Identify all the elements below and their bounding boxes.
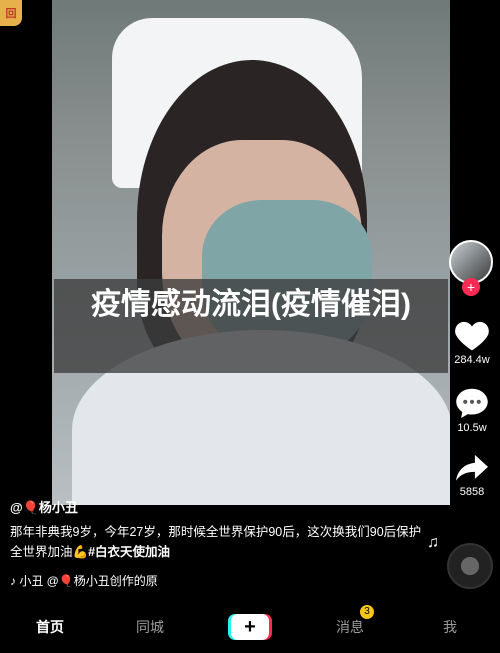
- corner-badge-icon: 回: [0, 0, 22, 26]
- bottom-nav: 首页 同城 + 消息 3 我: [0, 600, 500, 653]
- music-note-icon: ♫: [427, 534, 439, 551]
- video-frame[interactable]: [52, 0, 450, 505]
- comment-button[interactable]: 10.5w: [447, 386, 497, 434]
- music-disc-icon[interactable]: [447, 543, 493, 589]
- nav-messages[interactable]: 消息 3: [300, 604, 400, 637]
- post-description: 那年非典我9岁，今年27岁，那时候全世界保护90后，这次换我们90后保护全世界加…: [10, 522, 430, 562]
- description-text: 那年非典我9岁，今年27岁，那时候全世界保护90后，这次换我们90后保护全世界加…: [10, 525, 422, 559]
- nav-add[interactable]: +: [200, 613, 300, 640]
- nav-home[interactable]: 首页: [0, 617, 100, 637]
- like-button[interactable]: 284.4w: [447, 318, 497, 366]
- heart-icon: [455, 321, 489, 351]
- video-overlay-title: 疫情感动流泪(疫情催泪): [54, 279, 448, 373]
- share-arrow-icon: [456, 454, 488, 481]
- author-name[interactable]: @🎈杨小丑: [10, 497, 430, 516]
- author-avatar[interactable]: +: [447, 238, 497, 298]
- hashtag-link[interactable]: #白衣天使加油: [88, 545, 170, 559]
- follow-button[interactable]: +: [462, 278, 480, 296]
- nav-city[interactable]: 同城: [100, 617, 200, 637]
- comment-icon: [456, 388, 488, 418]
- nav-me[interactable]: 我: [400, 617, 500, 637]
- add-video-button[interactable]: +: [231, 613, 269, 640]
- share-button[interactable]: 5858: [447, 452, 497, 498]
- share-count: 5858: [459, 486, 485, 498]
- like-count: 284.4w: [454, 354, 490, 366]
- comment-count: 10.5w: [457, 422, 487, 434]
- messages-badge: 3: [360, 604, 374, 619]
- messages-label: 消息: [336, 618, 364, 635]
- post-info: @🎈杨小丑 那年非典我9岁，今年27岁，那时候全世界保护90后，这次换我们90后…: [10, 497, 430, 562]
- music-marquee[interactable]: ♪ 小丑 @🎈杨小丑创作的原: [10, 572, 180, 589]
